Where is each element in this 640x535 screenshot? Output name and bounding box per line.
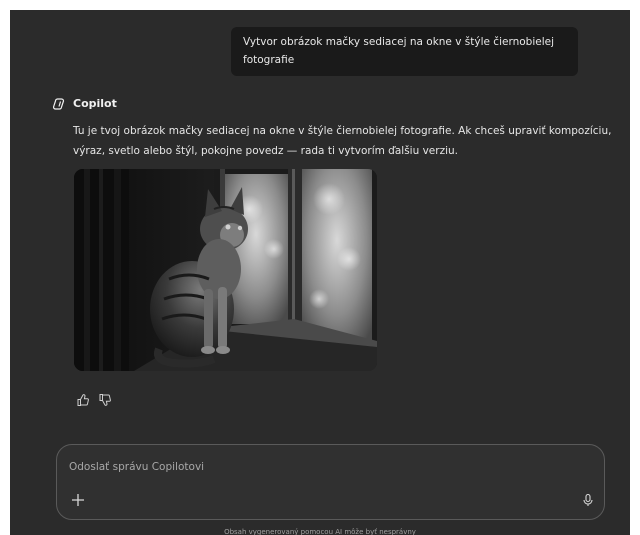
- copilot-logo-icon: [52, 96, 67, 110]
- chat-window: Vytvor obrázok mačky sediacej na okne v …: [10, 10, 630, 535]
- thumbs-down-icon[interactable]: [98, 392, 112, 406]
- generated-cat-image[interactable]: [74, 169, 377, 371]
- user-message-bubble: Vytvor obrázok mačky sediacej na okne v …: [231, 27, 578, 76]
- message-composer: [56, 444, 605, 520]
- assistant-name: Copilot: [73, 96, 117, 110]
- user-message-text: Vytvor obrázok mačky sediacej na okne v …: [243, 36, 554, 66]
- assistant-reply-text: Tu je tvoj obrázok mačky sediacej na okn…: [73, 125, 612, 157]
- assistant-header: Copilot: [52, 94, 117, 112]
- message-input[interactable]: [69, 457, 549, 477]
- feedback-bar: [76, 392, 112, 406]
- microphone-icon[interactable]: [580, 492, 596, 508]
- ai-disclaimer: Obsah vygenerovaný pomocou AI môže byť n…: [224, 528, 416, 535]
- plus-icon[interactable]: [69, 491, 87, 509]
- thumbs-up-icon[interactable]: [76, 392, 90, 406]
